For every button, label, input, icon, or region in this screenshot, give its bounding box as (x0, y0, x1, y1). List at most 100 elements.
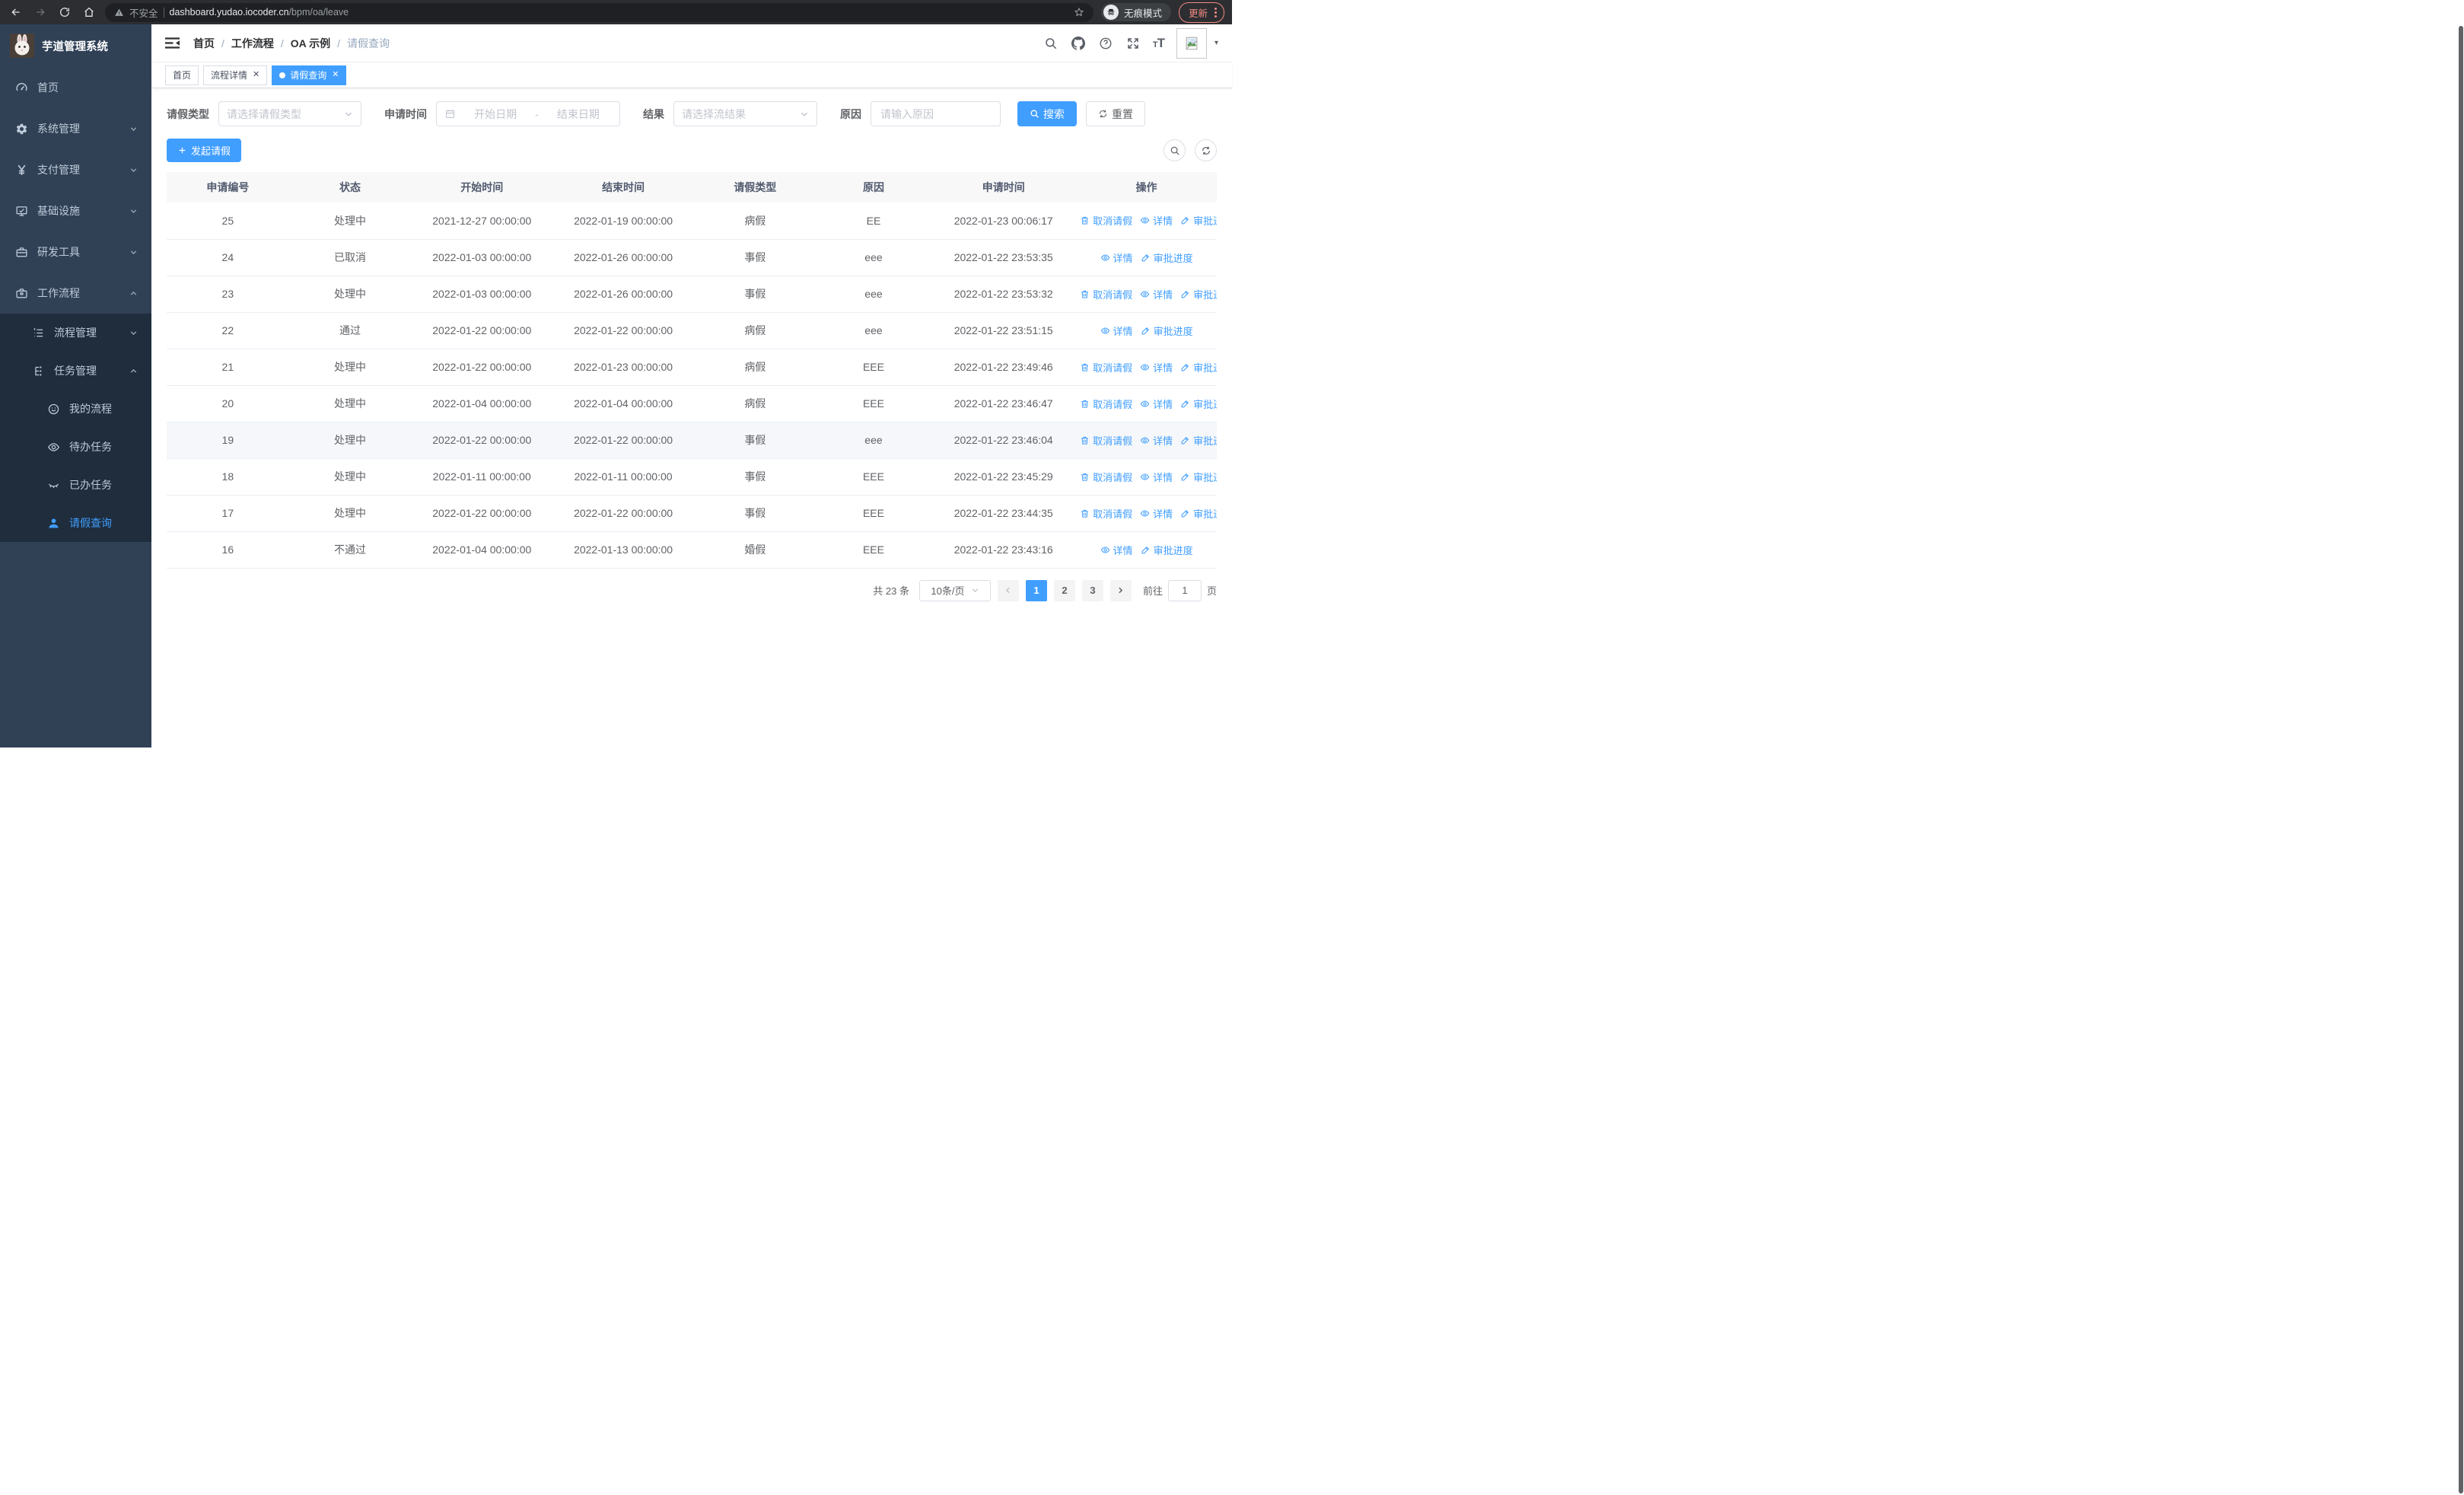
detail-action-link[interactable]: 详情 (1140, 287, 1173, 301)
detail-action-link[interactable]: 详情 (1100, 324, 1133, 338)
sidebar-collapse-icon[interactable] (165, 36, 180, 50)
sidebar-item-infrastructure[interactable]: 基础设施 (0, 190, 151, 231)
tab-leave-query[interactable]: 请假查询 ✕ (272, 65, 347, 85)
progress-action-link[interactable]: 审批进度 (1180, 506, 1217, 521)
cell-end-time: 2022-01-22 00:00:00 (552, 495, 694, 532)
refresh-table-button[interactable] (1195, 139, 1217, 161)
reason-input[interactable] (871, 101, 1001, 126)
breadcrumb-item: 请假查询 (347, 37, 390, 49)
search-icon[interactable] (1043, 36, 1059, 51)
detail-action-link[interactable]: 详情 (1140, 433, 1173, 448)
sidebar-logo[interactable]: 芋道管理系统 (0, 24, 151, 67)
table-row: 16 不通过 2022-01-04 00:00:00 2022-01-13 00:00… (167, 531, 1217, 569)
sidebar-item-workflow[interactable]: 工作流程 (0, 273, 151, 314)
cancel-action-link[interactable]: 取消请假 (1080, 213, 1132, 228)
cell-reason: eee (816, 276, 931, 313)
sidebar-item-task-management[interactable]: 任务管理 (0, 352, 151, 390)
close-icon[interactable]: ✕ (332, 71, 339, 79)
detail-action-link[interactable]: 详情 (1140, 470, 1173, 484)
browser-forward-icon[interactable] (32, 4, 49, 21)
sidebar-item-done-tasks[interactable]: 已办任务 (0, 466, 151, 504)
cancel-icon (1080, 215, 1090, 225)
avatar-caret-icon[interactable]: ▾ (1214, 39, 1218, 47)
browser-reload-icon[interactable] (56, 4, 73, 21)
toggle-search-button[interactable] (1164, 139, 1186, 161)
cancel-action-link[interactable]: 取消请假 (1080, 506, 1132, 521)
detail-action-link[interactable]: 详情 (1140, 213, 1173, 228)
cell-actions: 取消请假详情审批进度 (1076, 385, 1217, 422)
create-leave-button[interactable]: 发起请假 (167, 139, 242, 162)
progress-action-link[interactable]: 审批进度 (1180, 360, 1217, 375)
breadcrumb-item[interactable]: OA 示例 (291, 36, 330, 51)
cancel-action-link[interactable]: 取消请假 (1080, 287, 1132, 301)
browser-update-button[interactable]: 更新 (1178, 2, 1224, 23)
help-icon[interactable] (1098, 36, 1113, 51)
cell-status: 处理中 (288, 349, 412, 386)
sidebar-item-my-processes[interactable]: 我的流程 (0, 390, 151, 428)
not-secure-warning-icon[interactable] (114, 8, 124, 18)
cancel-icon (1080, 435, 1090, 445)
sidebar-item-label: 首页 (37, 81, 59, 94)
sidebar-item-system-management[interactable]: 系统管理 (0, 108, 151, 149)
sidebar-item-todo-tasks[interactable]: 待办任务 (0, 428, 151, 466)
progress-action-link[interactable]: 审批进度 (1180, 287, 1217, 301)
tab-process-detail[interactable]: 流程详情 ✕ (203, 65, 268, 85)
fullscreen-icon[interactable] (1125, 36, 1141, 51)
progress-action-link[interactable]: 审批进度 (1141, 324, 1193, 338)
cell-apply-time: 2022-01-22 23:44:35 (931, 495, 1077, 532)
reset-button[interactable]: 重置 (1086, 101, 1145, 126)
detail-action-link[interactable]: 详情 (1140, 360, 1173, 375)
sidebar-item-dev-tools[interactable]: 研发工具 (0, 231, 151, 273)
bookmark-star-icon[interactable] (1074, 7, 1084, 18)
chevron-down-icon (129, 207, 138, 215)
progress-action-link[interactable]: 审批进度 (1180, 433, 1217, 448)
page-scrollbar[interactable] (2457, 24, 2464, 1495)
prev-page-button[interactable] (997, 579, 1019, 601)
sidebar-item-payment-management[interactable]: 支付管理 (0, 149, 151, 190)
progress-action-link[interactable]: 审批进度 (1141, 250, 1193, 265)
breadcrumb-item[interactable]: 首页 (193, 36, 215, 51)
sidebar-item-home[interactable]: 首页 (0, 67, 151, 108)
page-button-2[interactable]: 2 (1053, 579, 1075, 601)
tab-home[interactable]: 首页 (165, 65, 199, 85)
detail-action-link[interactable]: 详情 (1100, 543, 1133, 557)
cell-reason: EEE (816, 349, 931, 386)
detail-action-link[interactable]: 详情 (1100, 250, 1133, 265)
address-bar[interactable]: 不安全 dashboard.yudao.iocoder.cn/bpm/oa/le… (105, 2, 1094, 22)
detail-action-link[interactable]: 详情 (1140, 506, 1173, 521)
date-start-placeholder: 开始日期 (474, 107, 517, 120)
github-icon[interactable] (1071, 36, 1086, 51)
search-button[interactable]: 搜索 (1017, 101, 1077, 126)
cancel-action-link[interactable]: 取消请假 (1080, 470, 1132, 484)
font-size-icon[interactable]: TT (1153, 36, 1165, 51)
progress-action-link[interactable]: 审批进度 (1180, 397, 1217, 411)
breadcrumb-item[interactable]: 工作流程 (231, 36, 274, 51)
result-select[interactable]: 请选择流结果 (673, 101, 817, 126)
browser-back-icon[interactable] (8, 4, 24, 21)
goto-page-input[interactable] (1167, 579, 1202, 601)
next-page-button[interactable] (1109, 579, 1132, 601)
sidebar-item-leave-query[interactable]: 请假查询 (0, 504, 151, 542)
cell-id: 18 (167, 458, 289, 496)
detail-icon (1140, 399, 1150, 409)
browser-menu-icon[interactable] (1214, 7, 1217, 18)
cancel-action-link[interactable]: 取消请假 (1080, 360, 1132, 375)
progress-action-link[interactable]: 审批进度 (1180, 470, 1217, 484)
sidebar-item-process-management[interactable]: 流程管理 (0, 314, 151, 352)
page-button-1[interactable]: 1 (1025, 579, 1047, 601)
cancel-action-link[interactable]: 取消请假 (1080, 433, 1132, 448)
close-icon[interactable]: ✕ (253, 71, 259, 79)
avatar[interactable] (1176, 27, 1207, 59)
detail-action-link[interactable]: 详情 (1140, 397, 1173, 411)
cell-leave-type: 婚假 (693, 531, 817, 569)
briefcase-icon (15, 287, 28, 300)
cancel-action-link[interactable]: 取消请假 (1080, 397, 1132, 411)
chevron-down-icon (129, 166, 138, 174)
apply-time-daterange[interactable]: 开始日期 - 结束日期 (436, 101, 620, 126)
progress-action-link[interactable]: 审批进度 (1180, 213, 1217, 228)
browser-home-icon[interactable] (81, 4, 97, 21)
page-size-select[interactable]: 10条/页 (918, 579, 991, 601)
progress-action-link[interactable]: 审批进度 (1141, 543, 1193, 557)
leave-type-select[interactable]: 请选择请假类型 (218, 101, 361, 126)
page-button-3[interactable]: 3 (1081, 579, 1103, 601)
